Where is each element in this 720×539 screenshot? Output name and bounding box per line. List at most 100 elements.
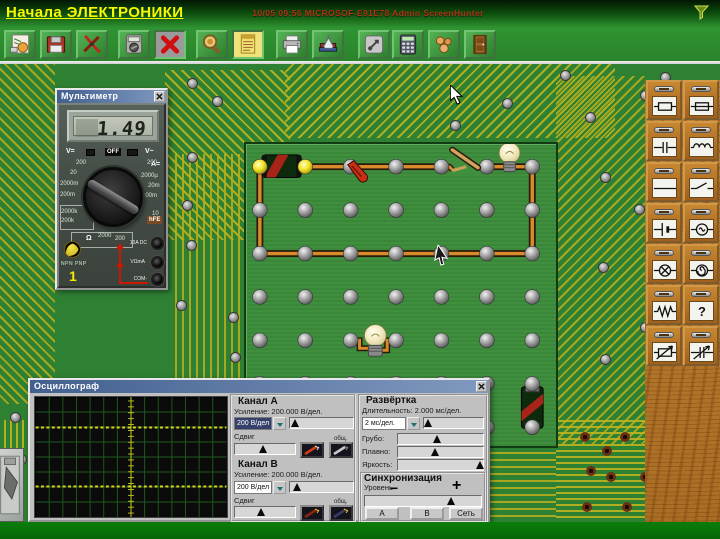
brightness-slider[interactable]: [397, 459, 484, 471]
drawer-rheostat[interactable]: [646, 326, 682, 366]
tools-button[interactable]: [76, 30, 108, 59]
jack-vohm[interactable]: [151, 256, 164, 269]
channel-b-probe-button[interactable]: [300, 505, 324, 521]
drawer-handle-icon: [654, 332, 674, 338]
contact-dot[interactable]: [479, 333, 494, 348]
channels-panel: Канал А Усиление: 200.000 В/дел. 200 В/д…: [230, 394, 356, 522]
contact-dot[interactable]: [252, 290, 267, 305]
contact-dot[interactable]: [252, 333, 267, 348]
dial-lever[interactable]: [86, 178, 140, 216]
sweep-range-select[interactable]: 2 мс/дел.: [362, 417, 406, 430]
channel-a-gain-slider[interactable]: [289, 417, 354, 429]
contact-dot[interactable]: [525, 290, 540, 305]
contact-dot[interactable]: [525, 203, 540, 218]
drawer-resistor[interactable]: [646, 80, 682, 120]
transistor-socket[interactable]: [64, 241, 81, 258]
multimeter-titlebar[interactable]: Мультиметр: [57, 90, 166, 103]
contact-dot[interactable]: [252, 246, 267, 261]
contact-dot[interactable]: [298, 333, 313, 348]
model-button[interactable]: [428, 30, 460, 59]
channel-b-range-dropdown-arrow[interactable]: [273, 481, 286, 494]
sweep-range-dropdown-arrow[interactable]: [407, 417, 420, 430]
channel-b-common-probe-button[interactable]: [329, 505, 353, 521]
channel-a-shift-slider[interactable]: [234, 443, 296, 455]
drawer-lamp[interactable]: [646, 244, 682, 284]
drawer-buzzer[interactable]: [683, 244, 719, 284]
probe-common-icon: [332, 445, 350, 455]
battery-horizontal[interactable]: [262, 155, 301, 178]
notes-button[interactable]: [232, 30, 264, 59]
oscilloscope-close-button[interactable]: [476, 381, 487, 392]
drawer-ac-source[interactable]: [683, 203, 719, 243]
instruments-button[interactable]: [118, 30, 150, 59]
channel-a-common-probe-button[interactable]: [329, 442, 353, 458]
key-button[interactable]: [358, 30, 390, 59]
sync-source-b-button[interactable]: В: [410, 507, 444, 520]
exit-button[interactable]: [464, 30, 496, 59]
jack-10a[interactable]: [151, 237, 164, 250]
contact-dot[interactable]: [252, 203, 267, 218]
drawer-unknown[interactable]: ?: [683, 285, 719, 325]
contact-dot[interactable]: [479, 246, 494, 261]
save-button[interactable]: [40, 30, 72, 59]
sync-source-net-button[interactable]: Сеть: [449, 507, 483, 520]
jack-com[interactable]: [151, 273, 164, 286]
calculator-button[interactable]: [392, 30, 424, 59]
channel-a-range-select[interactable]: 200 В/дел: [234, 417, 272, 430]
contact-dot[interactable]: [525, 333, 540, 348]
contact-dot[interactable]: [389, 203, 404, 218]
sweep-range-slider[interactable]: [423, 417, 484, 429]
contact-dot[interactable]: [525, 246, 540, 261]
fine-slider[interactable]: [397, 446, 484, 458]
channel-b-range-select[interactable]: 200 В/дел: [234, 481, 272, 494]
contact-dot[interactable]: [434, 333, 449, 348]
zoom-button[interactable]: [196, 30, 228, 59]
drawer-switch[interactable]: [683, 162, 719, 202]
contact-dot[interactable]: [343, 246, 358, 261]
channel-b-shift-slider[interactable]: [234, 506, 296, 518]
drawer-handle-icon: [691, 168, 711, 174]
lab-button[interactable]: [312, 30, 344, 59]
delete-button[interactable]: [154, 30, 186, 59]
contact-dot[interactable]: [389, 333, 404, 348]
oscilloscope-titlebar[interactable]: Осциллограф: [30, 380, 488, 393]
contact-dot[interactable]: [343, 333, 358, 348]
contact-dot[interactable]: [298, 290, 313, 305]
funnel-icon[interactable]: [694, 5, 710, 20]
contact-dot[interactable]: [525, 159, 540, 174]
drawer-fuse[interactable]: [683, 80, 719, 120]
rotary-dial[interactable]: [83, 167, 143, 227]
drawer-battery-cell[interactable]: [646, 203, 682, 243]
drawer-inductor[interactable]: [683, 121, 719, 161]
channel-a-probe-button[interactable]: [300, 442, 324, 458]
contact-dot[interactable]: [298, 159, 313, 174]
drawer-wire[interactable]: [646, 162, 682, 202]
contact-dot[interactable]: [525, 420, 540, 435]
contact-dot[interactable]: [298, 246, 313, 261]
contact-dot[interactable]: [389, 246, 404, 261]
multimeter-close-button[interactable]: [154, 91, 165, 102]
channel-a-range-dropdown-arrow[interactable]: [273, 417, 286, 430]
contact-dot[interactable]: [343, 203, 358, 218]
drawer-variable-capacitor[interactable]: [683, 326, 719, 366]
contact-dot[interactable]: [434, 203, 449, 218]
coarse-slider[interactable]: [397, 433, 484, 445]
drawer-capacitor[interactable]: [646, 121, 682, 161]
contact-dot[interactable]: [479, 203, 494, 218]
new-circuit-button[interactable]: [4, 30, 36, 59]
channel-b-gain-slider[interactable]: [289, 481, 354, 493]
contact-dot[interactable]: [298, 203, 313, 218]
contact-dot[interactable]: [434, 290, 449, 305]
drawer-resistor-zigzag[interactable]: [646, 285, 682, 325]
contact-dot[interactable]: [525, 376, 540, 391]
contact-dot[interactable]: [479, 290, 494, 305]
sync-source-a-button[interactable]: А: [365, 507, 399, 520]
contact-dot[interactable]: [389, 290, 404, 305]
print-button[interactable]: [276, 30, 308, 59]
contact-dot[interactable]: [252, 159, 267, 174]
contact-dot[interactable]: [479, 159, 494, 174]
contact-dot[interactable]: [389, 159, 404, 174]
contact-dot[interactable]: [434, 159, 449, 174]
contact-dot[interactable]: [343, 290, 358, 305]
sync-level-slider[interactable]: [364, 495, 482, 507]
